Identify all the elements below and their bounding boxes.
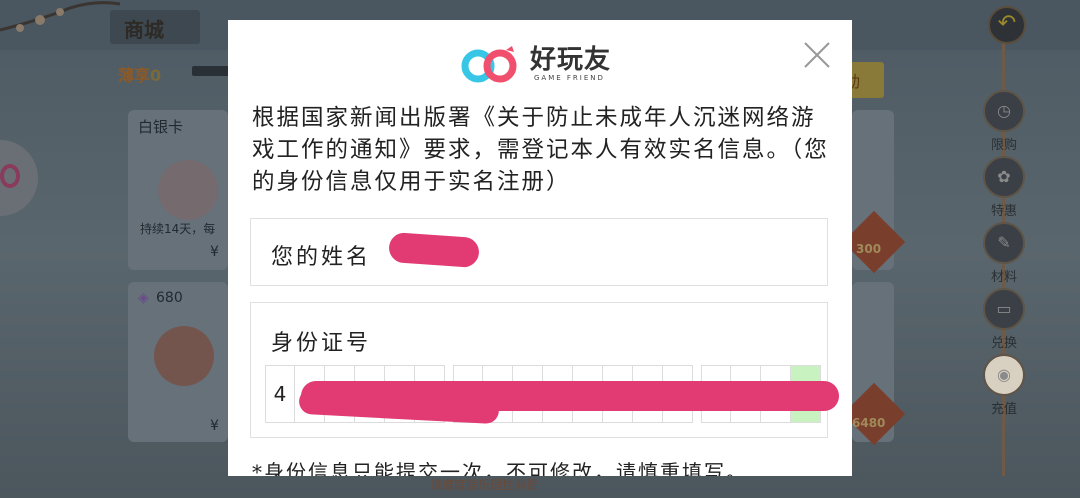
side-menu-label: 充值 <box>990 402 1017 417</box>
close-icon[interactable] <box>802 40 832 70</box>
sdk-logo-icon <box>0 164 20 188</box>
side-menu-label: 限购 <box>990 138 1017 153</box>
card-cost: 680 <box>156 290 183 306</box>
side-menu-item-limited[interactable]: ◷ 限购 <box>980 90 1028 154</box>
submit-warning: *身份信息只能提交一次，不可修改，请慎重填写。 <box>252 460 748 476</box>
shop-card-item[interactable]: 680 ◈ ¥ <box>128 282 228 442</box>
logo-name: 好玩友 <box>530 44 612 75</box>
id-number-field[interactable]: 身份证号 4 <box>250 302 839 438</box>
side-menu-label: 特惠 <box>990 204 1017 219</box>
card-price: ¥ <box>210 418 219 434</box>
game-friend-logo-icon <box>461 46 517 83</box>
bottom-tip: 请遵度娱乐理性消费 <box>430 478 539 492</box>
side-menu-item-materials[interactable]: ✎ 材料 <box>980 222 1028 286</box>
currency-label: 薄享 <box>118 66 151 85</box>
floating-sdk-button[interactable] <box>0 140 38 216</box>
name-field[interactable]: 您的姓名 <box>250 218 828 286</box>
ticket-icon: ▭ <box>983 288 1025 330</box>
clock-icon: ◷ <box>983 90 1025 132</box>
side-menu-item-exchange[interactable]: ▭ 兑换 <box>980 288 1028 352</box>
side-menu-label: 兑换 <box>990 336 1017 351</box>
card-name: 白银卡 <box>138 118 184 136</box>
name-redaction <box>388 231 480 269</box>
side-menu-item-discount[interactable]: ✿ 特惠 <box>980 156 1028 220</box>
name-label: 您的姓名 <box>271 245 372 270</box>
side-menu-item-recharge[interactable]: ◉ 充值 <box>980 354 1028 418</box>
price-badge-value: 6480 <box>852 416 886 430</box>
id-digit-cell[interactable]: 4 <box>265 365 295 423</box>
gem-icon: ◈ <box>138 290 149 306</box>
id-number-label: 身份证号 <box>271 331 372 356</box>
shop-card-silver[interactable]: 白银卡 持续14天，每 ¥ <box>128 110 228 270</box>
currency-display: 薄享0 <box>118 62 161 86</box>
price-badge-value: 300 <box>856 242 882 256</box>
card-art <box>158 160 218 220</box>
regulation-notice: 根据国家新闻出版署《关于防止未成年人沉迷网络游戏工作的通知》要求，需登记本人有效… <box>252 105 829 195</box>
back-arrow-icon[interactable]: ↶ <box>988 6 1026 44</box>
money-bag-icon: ◉ <box>983 354 1025 396</box>
scroll-icon: ✎ <box>983 222 1025 264</box>
real-name-dialog: 好玩友 GAME FRIEND 根据国家新闻出版署《关于防止未成年人沉迷网络游戏… <box>228 20 852 476</box>
card-price: ¥ <box>210 244 219 260</box>
side-menu-label: 材料 <box>990 270 1017 285</box>
bag-icon: ✿ <box>983 156 1025 198</box>
card-duration: 持续14天，每 <box>140 222 216 236</box>
currency-value: 0 <box>150 66 162 85</box>
logo-tagline: GAME FRIEND <box>534 73 605 82</box>
shop-title: 商城 <box>110 10 200 44</box>
card-art <box>154 326 214 386</box>
dialog-logo: 好玩友 GAME FRIEND <box>458 44 611 84</box>
